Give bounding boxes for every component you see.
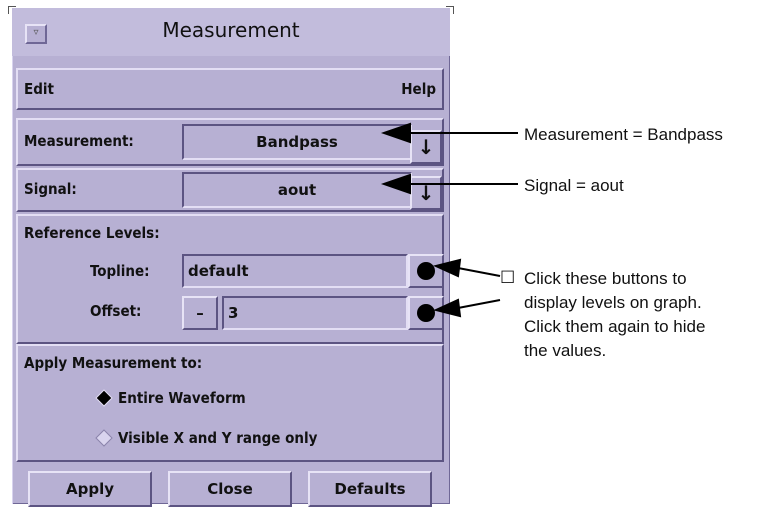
arrow-line bbox=[457, 267, 501, 277]
signal-field[interactable]: aout bbox=[182, 172, 412, 208]
arrow-down-icon: ↓ bbox=[417, 135, 435, 159]
measurement-value: Bandpass bbox=[256, 133, 338, 151]
annotation-buttons-line2: display levels on graph. bbox=[524, 293, 702, 312]
annotation-buttons-line1: Click these buttons to bbox=[524, 269, 687, 288]
topline-label: Topline: bbox=[90, 262, 150, 280]
arrow-down-icon: ↓ bbox=[417, 181, 435, 205]
annotation-measurement: Measurement = Bandpass bbox=[524, 125, 723, 144]
apply-label: Apply bbox=[65, 480, 114, 498]
signal-value: aout bbox=[277, 181, 317, 199]
reference-levels-panel: Reference Levels: Topline: default Offse… bbox=[16, 214, 444, 344]
apply-to-heading: Apply Measurement to: bbox=[24, 354, 203, 372]
offset-label: Offset: bbox=[90, 302, 142, 320]
signal-dropdown-button[interactable]: ↓ bbox=[410, 176, 442, 210]
annotation-buttons-line4: the values. bbox=[524, 341, 607, 360]
signal-label: Signal: bbox=[24, 180, 77, 198]
menu-bar: Edit Help bbox=[16, 68, 444, 110]
measurement-label: Measurement: bbox=[24, 132, 134, 150]
offset-sign: – bbox=[196, 304, 204, 322]
annotation-bullet-icon: ☐ bbox=[500, 268, 516, 287]
menu-edit[interactable]: Edit bbox=[24, 80, 54, 98]
apply-button[interactable]: Apply bbox=[28, 471, 152, 507]
topline-input[interactable]: default bbox=[182, 254, 408, 288]
menu-help[interactable]: Help bbox=[401, 80, 436, 98]
topline-toggle-button[interactable] bbox=[408, 254, 444, 288]
radio-label: Entire Waveform bbox=[118, 389, 246, 407]
defaults-button[interactable]: Defaults bbox=[308, 471, 432, 507]
window-title: Measurement bbox=[162, 18, 300, 42]
offset-value: 3 bbox=[228, 304, 239, 322]
measurement-dropdown-button[interactable]: ↓ bbox=[410, 130, 442, 164]
close-label: Close bbox=[207, 480, 253, 498]
apply-to-panel: Apply Measurement to: Entire Waveform Vi… bbox=[16, 344, 444, 462]
offset-sign-button[interactable]: – bbox=[182, 296, 218, 330]
arrow-line bbox=[457, 299, 501, 309]
radio-unselected-icon bbox=[95, 429, 113, 447]
measurement-dialog: ▿ Measurement Edit Help Measurement: Ban… bbox=[8, 6, 454, 507]
radio-selected-icon bbox=[95, 389, 113, 407]
radio-entire-waveform[interactable]: Entire Waveform bbox=[94, 388, 246, 408]
offset-toggle-button[interactable] bbox=[408, 296, 444, 330]
defaults-label: Defaults bbox=[334, 480, 406, 498]
signal-row: Signal: aout ↓ bbox=[16, 168, 444, 212]
radio-visible-range[interactable]: Visible X and Y range only bbox=[94, 428, 317, 448]
offset-input[interactable]: 3 bbox=[222, 296, 408, 330]
annotation-buttons-line3: Click them again to hide bbox=[524, 317, 706, 336]
dot-icon bbox=[417, 262, 435, 280]
dot-icon bbox=[417, 304, 435, 322]
measurement-field[interactable]: Bandpass bbox=[182, 124, 412, 160]
annotation-signal: Signal = aout bbox=[524, 176, 624, 195]
topline-value: default bbox=[188, 262, 249, 280]
close-button[interactable]: Close bbox=[168, 471, 292, 507]
title-bar[interactable]: ▿ Measurement bbox=[12, 8, 450, 56]
reference-levels-heading: Reference Levels: bbox=[24, 224, 160, 242]
measurement-row: Measurement: Bandpass ↓ bbox=[16, 118, 444, 166]
radio-label: Visible X and Y range only bbox=[118, 429, 318, 447]
